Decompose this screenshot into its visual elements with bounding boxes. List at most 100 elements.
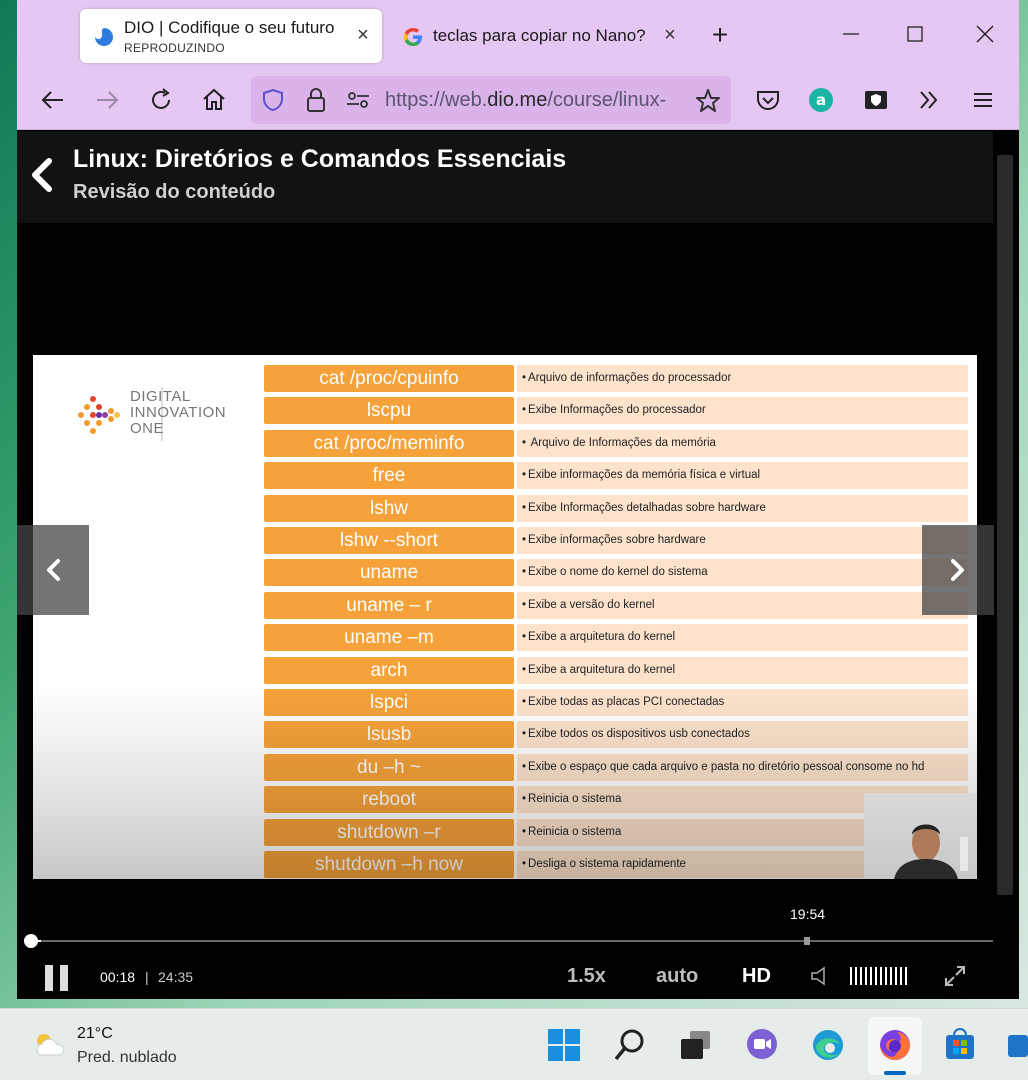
tab-title: teclas para copiar no Nano? — [433, 26, 646, 45]
command-name: lshw — [264, 494, 514, 522]
edge-icon[interactable] — [810, 1027, 846, 1063]
command-description: Exibe a arquitetura do kernel — [517, 656, 968, 684]
volume-level-bar — [855, 967, 857, 985]
back-icon[interactable] — [39, 86, 67, 114]
command-name: lspci — [264, 689, 514, 716]
volume-level-bar — [905, 967, 907, 985]
webcam-overlay — [864, 793, 977, 879]
search-icon[interactable] — [612, 1027, 648, 1063]
command-description: Exibe Informações detalhadas sobre hardw… — [517, 494, 968, 522]
course-subtitle: Revisão do conteúdo — [73, 181, 276, 203]
overflow-app-icon[interactable] — [1006, 1027, 1028, 1063]
home-icon[interactable] — [200, 86, 228, 114]
weather-temperature[interactable]: 21°C — [77, 1025, 113, 1043]
extension-shield-icon[interactable] — [862, 86, 890, 114]
minimize-icon[interactable] — [839, 22, 863, 46]
command-row: lshw --shortExibe informações sobre hard… — [264, 527, 968, 554]
video-page: Linux: Diretórios e Comandos Essenciais … — [17, 131, 1019, 999]
pause-icon[interactable] — [43, 963, 71, 991]
command-name: shutdown –h now — [264, 851, 514, 878]
command-name: cat /proc/cpuinfo — [264, 365, 514, 392]
presenter-avatar — [894, 824, 968, 879]
command-row: archExibe a arquitetura do kernel — [264, 656, 968, 684]
volume-level-bar — [875, 967, 877, 985]
command-description: Arquivo de informações do processador — [517, 365, 968, 392]
maximize-icon[interactable] — [903, 22, 927, 46]
back-arrow-icon[interactable] — [27, 155, 55, 195]
weather-description[interactable]: Pred. nublado — [77, 1049, 177, 1067]
current-time: 00:18 — [100, 969, 136, 985]
command-row: cat /proc/meminfo Arquivo de Informações… — [264, 429, 968, 457]
command-row: lscpuExibe Informações do processador — [264, 397, 968, 425]
command-description: Exibe Informações do processador — [517, 397, 968, 425]
command-row: shutdown –rReinicia o sistema — [264, 818, 968, 846]
command-description: Exibe informações sobre hardware — [517, 527, 968, 554]
fullscreen-icon[interactable] — [943, 964, 967, 988]
pocket-icon[interactable] — [754, 86, 782, 114]
tab-dio[interactable]: DIO | Codifique o seu futuro REPRODUZIND… — [80, 9, 382, 63]
progress-bar[interactable] — [29, 940, 993, 942]
permissions-icon[interactable] — [345, 89, 371, 111]
dio-logo-text: DIGITAL INNOVATION ONE — [130, 388, 227, 437]
store-icon[interactable] — [942, 1027, 978, 1063]
partly-cloudy-icon[interactable] — [30, 1029, 68, 1059]
command-description: Exibe a arquitetura do kernel — [517, 624, 968, 652]
command-name: lsusb — [264, 721, 514, 749]
previous-slide-button[interactable] — [17, 525, 89, 615]
command-name: uname — [264, 559, 514, 587]
bookmark-star-icon[interactable] — [695, 88, 721, 114]
scrollbar[interactable] — [997, 155, 1013, 895]
extension-a-icon[interactable]: a — [807, 86, 835, 114]
forward-icon[interactable] — [93, 86, 121, 114]
firefox-icon[interactable] — [877, 1027, 913, 1063]
task-view-icon[interactable] — [678, 1027, 714, 1063]
quality-auto-button[interactable]: auto — [656, 965, 698, 988]
new-tab-button[interactable]: + — [707, 21, 733, 49]
active-app-indicator — [884, 1071, 906, 1075]
command-name: cat /proc/meminfo — [264, 429, 514, 457]
tab-google[interactable]: teclas para copiar no Nano? × — [389, 9, 689, 63]
command-description: Arquivo de Informações da memória — [517, 429, 968, 457]
tab-bar: DIO | Codifique o seu futuro REPRODUZIND… — [17, 0, 1019, 70]
tab-title: DIO | Codifique o seu futuro — [124, 18, 335, 37]
teams-chat-icon[interactable] — [744, 1027, 780, 1063]
command-name: shutdown –r — [264, 818, 514, 846]
address-bar[interactable]: https://web.dio.me/course/linux- — [251, 76, 731, 124]
overflow-menu-icon[interactable] — [915, 86, 943, 114]
command-description: Exibe todos os dispositivos usb conectad… — [517, 721, 968, 749]
playback-speed-button[interactable]: 1.5x — [567, 965, 606, 988]
chevron-right-icon — [951, 559, 964, 581]
volume-icon[interactable] — [810, 965, 830, 987]
command-name: lscpu — [264, 397, 514, 425]
svg-text:a: a — [816, 91, 826, 109]
command-name: free — [264, 462, 514, 490]
hamburger-menu-icon[interactable] — [969, 86, 997, 114]
volume-slider[interactable] — [848, 967, 908, 985]
command-description: Exibe o espaço que cada arquivo e pasta … — [517, 753, 968, 781]
volume-level-bar — [885, 967, 887, 985]
tracking-protection-shield-icon[interactable] — [261, 88, 285, 112]
volume-level-bar — [900, 967, 902, 985]
hd-button[interactable]: HD — [742, 965, 771, 988]
seek-hover-time: 19:54 — [790, 906, 826, 922]
course-title: Linux: Diretórios e Comandos Essenciais — [73, 145, 567, 173]
reload-icon[interactable] — [147, 86, 175, 114]
command-row: uname – rExibe a versão do kernel — [264, 591, 968, 619]
progress-handle[interactable] — [24, 934, 38, 948]
browser-window: DIO | Codifique o seu futuro REPRODUZIND… — [17, 0, 1019, 999]
close-window-icon[interactable] — [973, 22, 997, 46]
duration: 24:35 — [158, 969, 194, 985]
command-row: du –h ~Exibe o espaço que cada arquivo e… — [264, 753, 968, 781]
course-header: Linux: Diretórios e Comandos Essenciais … — [17, 131, 993, 223]
dio-favicon-icon — [95, 28, 113, 46]
next-slide-button[interactable] — [922, 525, 994, 615]
close-tab-icon[interactable]: × — [659, 24, 681, 46]
volume-level-bar — [890, 967, 892, 985]
tab-playing-label: REPRODUZINDO — [124, 41, 225, 55]
start-icon[interactable] — [546, 1027, 582, 1063]
command-row: unameExibe o nome do kernel do sistema — [264, 559, 968, 587]
command-row: lsusbExibe todos os dispositivos usb con… — [264, 721, 968, 749]
video-frame[interactable]: DIGITAL INNOVATION ONE cat /proc/cpuinfo… — [33, 355, 977, 879]
close-tab-icon[interactable]: × — [352, 24, 374, 46]
lock-icon[interactable] — [305, 87, 327, 113]
